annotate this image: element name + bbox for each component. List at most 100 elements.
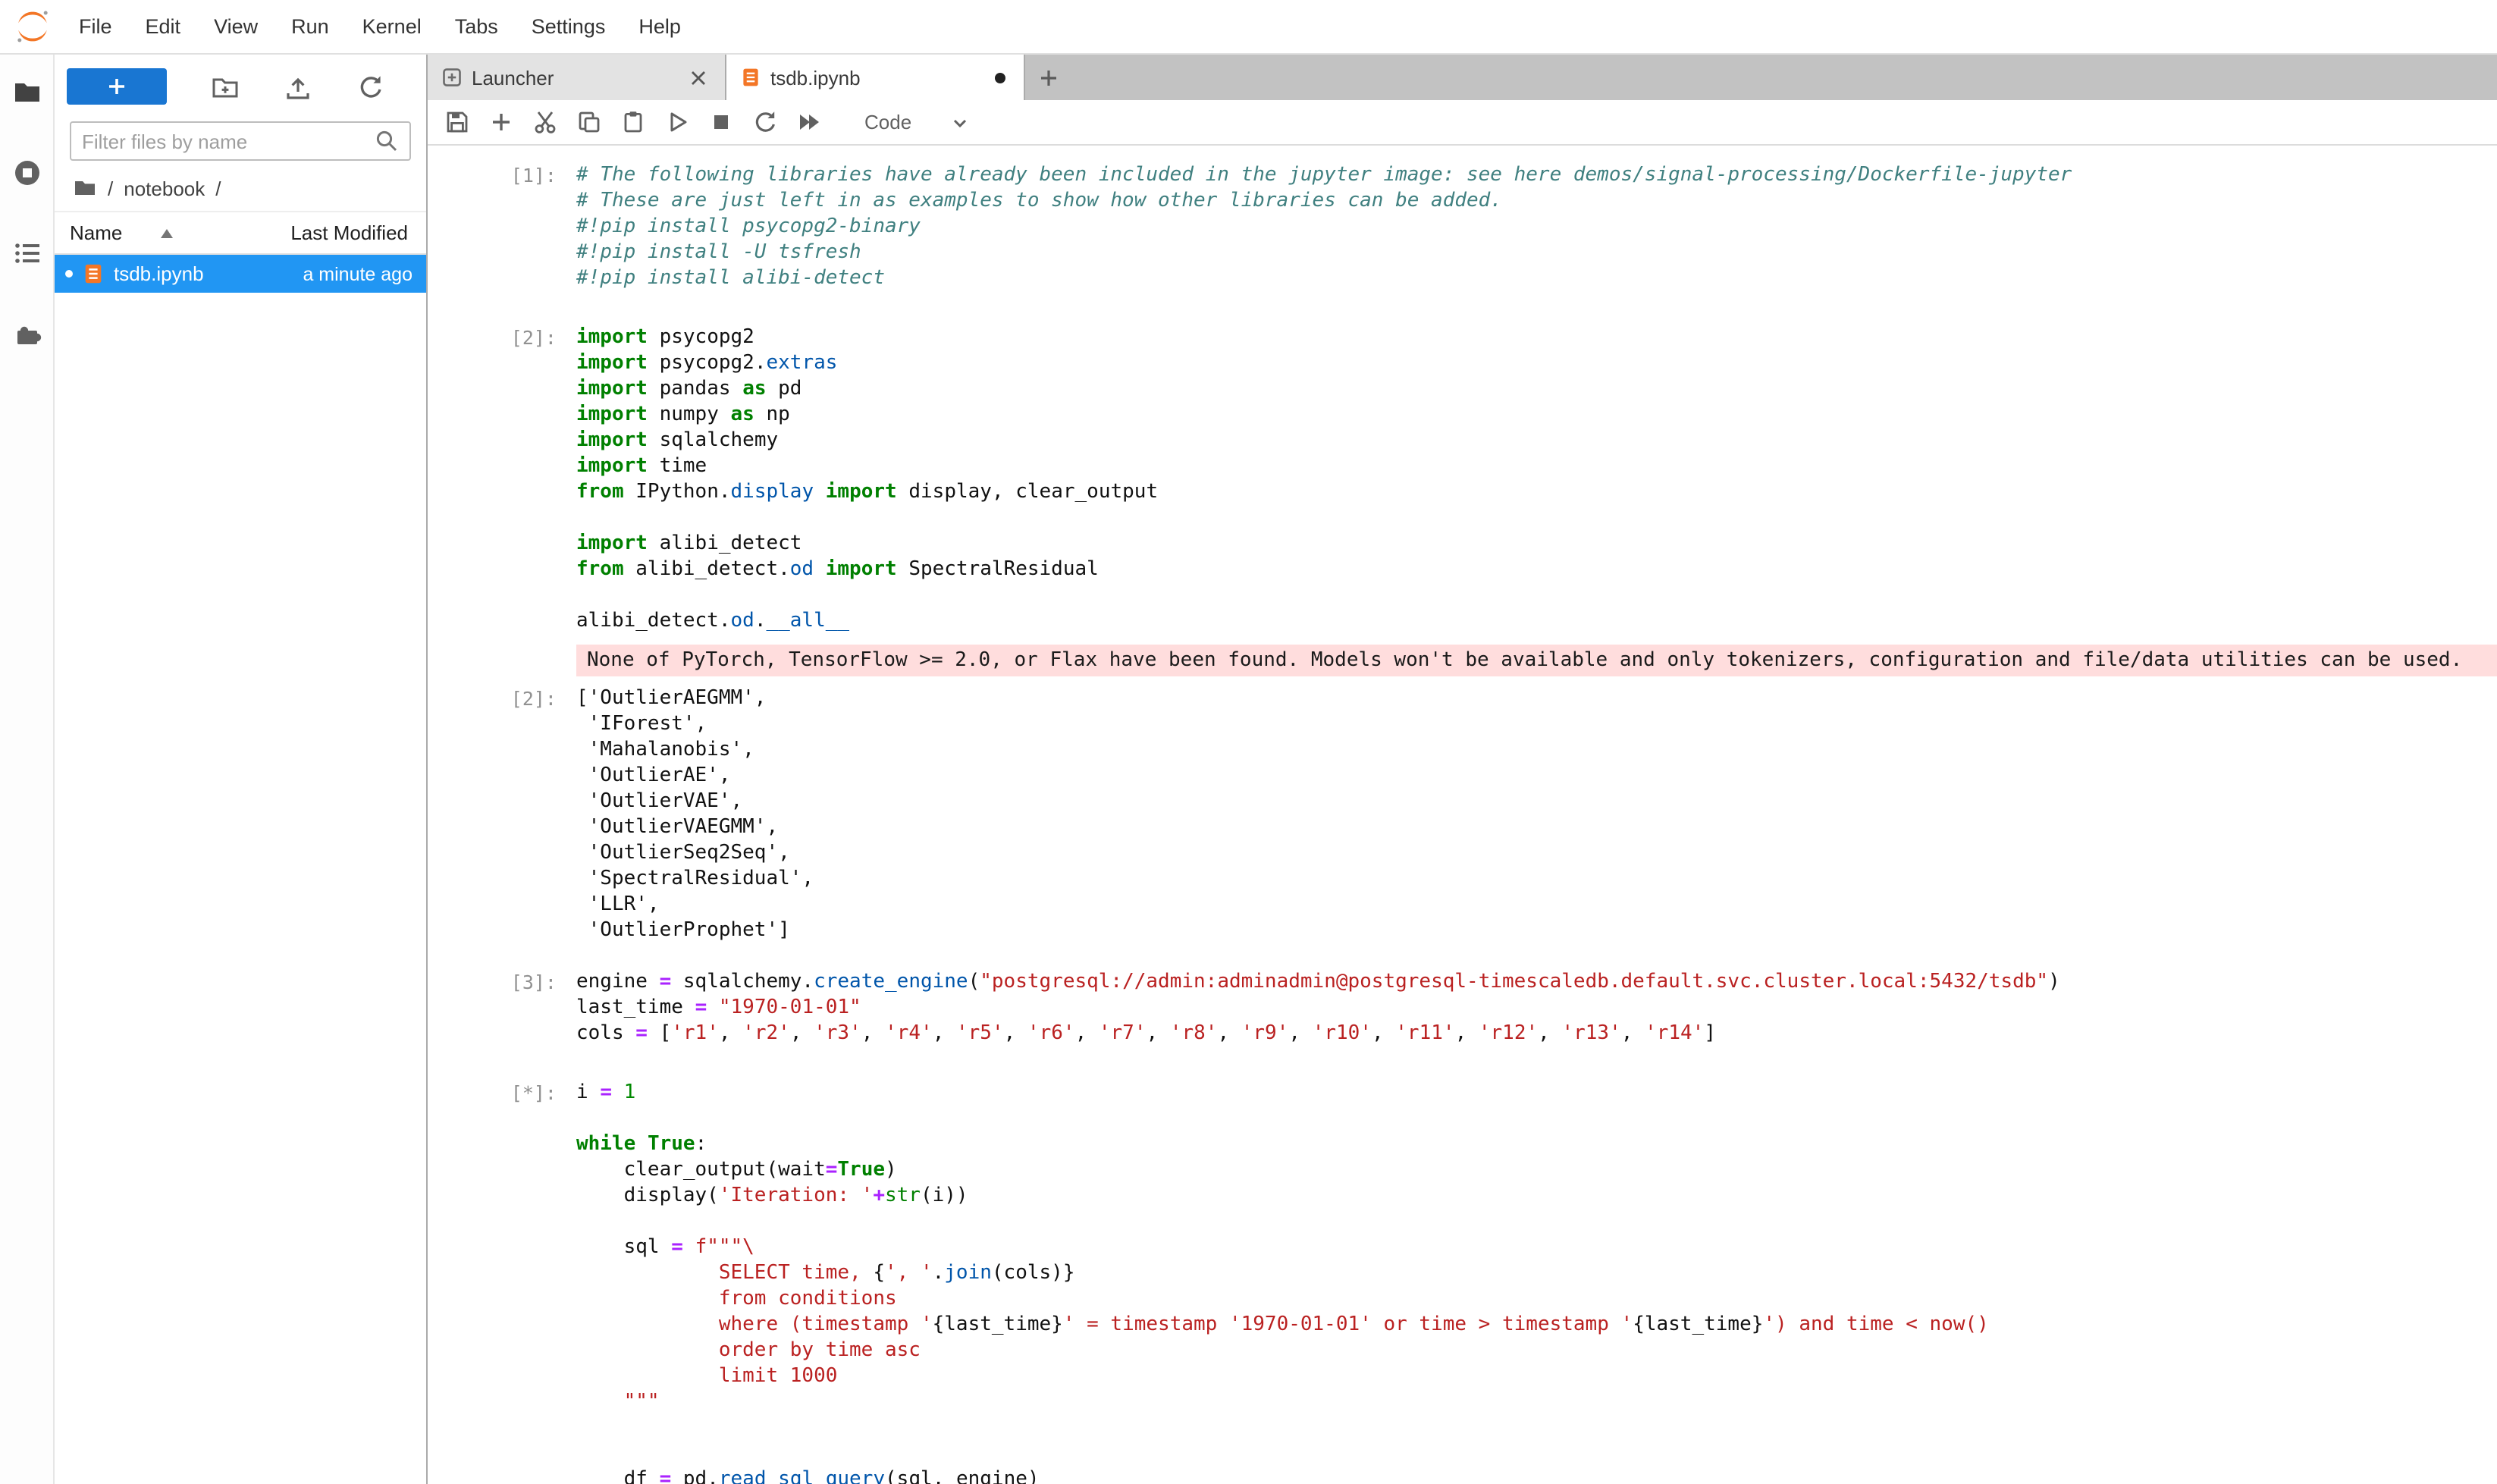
code-line: SELECT time, {', '.join(cols)}: [576, 1260, 2497, 1286]
tab-label: Launcher: [472, 66, 675, 89]
menu-view[interactable]: View: [197, 0, 274, 53]
notebook-cells: [1]:# The following libraries have alrea…: [428, 146, 2497, 1484]
save-button[interactable]: [438, 104, 475, 140]
menu-tabs[interactable]: Tabs: [438, 0, 515, 53]
sort-ascending-icon[interactable]: [160, 228, 172, 237]
menu-run[interactable]: Run: [274, 0, 346, 53]
new-launcher-button[interactable]: [67, 68, 167, 105]
notebook-icon: [82, 262, 105, 285]
code-line: import pandas as pd: [576, 376, 2497, 402]
result-line: 'OutlierSeq2Seq',: [576, 840, 2497, 866]
cell-input-area: [2]:import psycopg2import psycopg2.extra…: [428, 317, 2497, 642]
code-line: display('Iteration: '+str(i)): [576, 1183, 2497, 1209]
breadcrumb-folder[interactable]: notebook: [124, 177, 205, 199]
refresh-button[interactable]: [334, 68, 408, 105]
result-line: 'OutlierProphet']: [576, 918, 2497, 943]
code-cell: [2]:import psycopg2import psycopg2.extra…: [428, 317, 2497, 943]
file-browser-icon[interactable]: [10, 76, 43, 109]
menu-file[interactable]: File: [62, 0, 129, 53]
code-line: [576, 1209, 2497, 1235]
result-line: 'SpectralResidual',: [576, 866, 2497, 892]
code-line: [576, 1106, 2497, 1131]
file-browser-toolbar: [55, 55, 426, 111]
launcher-icon: [441, 67, 463, 88]
breadcrumb[interactable]: / notebook /: [55, 164, 426, 211]
cell-code-editor[interactable]: engine = sqlalchemy.create_engine("postg…: [576, 969, 2497, 1046]
cell-code-editor[interactable]: import psycopg2import psycopg2.extrasimp…: [576, 325, 2497, 634]
cell-input-area: [1]:# The following libraries have alrea…: [428, 155, 2497, 299]
cell-input-area: [3]:engine = sqlalchemy.create_engine("p…: [428, 962, 2497, 1054]
menu-edit[interactable]: Edit: [129, 0, 198, 53]
menu-settings[interactable]: Settings: [515, 0, 623, 53]
cell-type-value: Code: [864, 111, 911, 133]
cell-output-area: None of PyTorch, TensorFlow >= 2.0, or F…: [428, 642, 2497, 679]
last-modified-column-header[interactable]: Last Modified: [290, 221, 411, 244]
close-icon[interactable]: [684, 64, 711, 91]
toc-icon[interactable]: [10, 237, 43, 270]
copy-cells-button[interactable]: [570, 104, 607, 140]
dock-tab-bar: Launcher tsdb.ipynb: [428, 55, 2497, 100]
new-tab-button[interactable]: [1025, 55, 1071, 100]
name-column-header[interactable]: Name: [70, 221, 122, 244]
unsaved-changes-dot: [995, 72, 1005, 83]
cell-code-editor[interactable]: # The following libraries have already b…: [576, 162, 2497, 291]
code-cell: [1]:# The following libraries have alrea…: [428, 155, 2497, 299]
run-cell-button[interactable]: [658, 104, 695, 140]
left-activity-bar: [0, 55, 55, 1484]
code-line: where (timestamp '{last_time}' = timesta…: [576, 1312, 2497, 1338]
chevron-down-icon: [951, 113, 969, 131]
cut-cells-button[interactable]: [526, 104, 563, 140]
file-modified: a minute ago: [303, 263, 413, 284]
search-icon: [375, 129, 399, 153]
code-line: #!pip install psycopg2-binary: [576, 214, 2497, 240]
new-folder-button[interactable]: [188, 68, 262, 105]
cell-input-prompt: [2]:: [428, 325, 576, 634]
code-line: limit 1000: [576, 1363, 2497, 1389]
result-line: 'Mahalanobis',: [576, 737, 2497, 763]
code-line: import sqlalchemy: [576, 428, 2497, 453]
code-line: from IPython.display import display, cle…: [576, 479, 2497, 505]
code-line: clear_output(wait=True): [576, 1157, 2497, 1183]
file-row-tsdb-ipynb[interactable]: tsdb.ipynb a minute ago: [55, 255, 426, 293]
add-cell-button[interactable]: [482, 104, 519, 140]
notebook-toolbar: Code: [428, 100, 2497, 146]
menu-kernel[interactable]: Kernel: [346, 0, 438, 53]
stderr-output: None of PyTorch, TensorFlow >= 2.0, or F…: [576, 645, 2497, 676]
code-line: # These are just left in as examples to …: [576, 188, 2497, 214]
paste-cells-button[interactable]: [614, 104, 651, 140]
code-cell: [*]:i = 1 while True: clear_output(wait=…: [428, 1072, 2497, 1484]
result-line: 'LLR',: [576, 892, 2497, 918]
code-line: # The following libraries have already b…: [576, 162, 2497, 188]
tab-label: tsdb.ipynb: [770, 66, 986, 89]
result-line: 'OutlierVAE',: [576, 789, 2497, 814]
extensions-icon[interactable]: [10, 317, 43, 350]
file-name: tsdb.ipynb: [114, 262, 204, 285]
code-line: i = 1: [576, 1080, 2497, 1106]
code-line: """: [576, 1389, 2497, 1415]
code-line: #!pip install alibi-detect: [576, 265, 2497, 291]
root-folder-icon[interactable]: [73, 176, 97, 200]
main-dock-panel: Launcher tsdb.ipynb: [428, 55, 2497, 1484]
breadcrumb-sep: /: [108, 177, 113, 199]
tab-tsdb-notebook[interactable]: tsdb.ipynb: [726, 55, 1025, 100]
cell-code-editor[interactable]: i = 1 while True: clear_output(wait=True…: [576, 1080, 2497, 1484]
cell-input-prompt: [1]:: [428, 162, 576, 291]
restart-kernel-button[interactable]: [746, 104, 783, 140]
cell-type-dropdown[interactable]: Code: [855, 106, 978, 138]
code-line: [576, 505, 2497, 531]
cell-input-prompt: [*]:: [428, 1080, 576, 1484]
menu-help[interactable]: Help: [622, 0, 698, 53]
tab-launcher[interactable]: Launcher: [428, 55, 726, 100]
jupyterlab-window: File Edit View Run Kernel Tabs Settings …: [0, 0, 2497, 1484]
result-line: 'OutlierAE',: [576, 763, 2497, 789]
notebook-icon: [740, 67, 761, 88]
interrupt-kernel-button[interactable]: [702, 104, 739, 140]
code-cell: [3]:engine = sqlalchemy.create_engine("p…: [428, 962, 2497, 1054]
result-line: 'OutlierVAEGMM',: [576, 814, 2497, 840]
code-line: order by time asc: [576, 1338, 2497, 1363]
running-sessions-icon[interactable]: [10, 156, 43, 190]
filter-files-input[interactable]: [82, 130, 375, 152]
run-all-cells-button[interactable]: [790, 104, 827, 140]
code-line: from alibi_detect.od import SpectralResi…: [576, 557, 2497, 582]
upload-button[interactable]: [262, 68, 335, 105]
